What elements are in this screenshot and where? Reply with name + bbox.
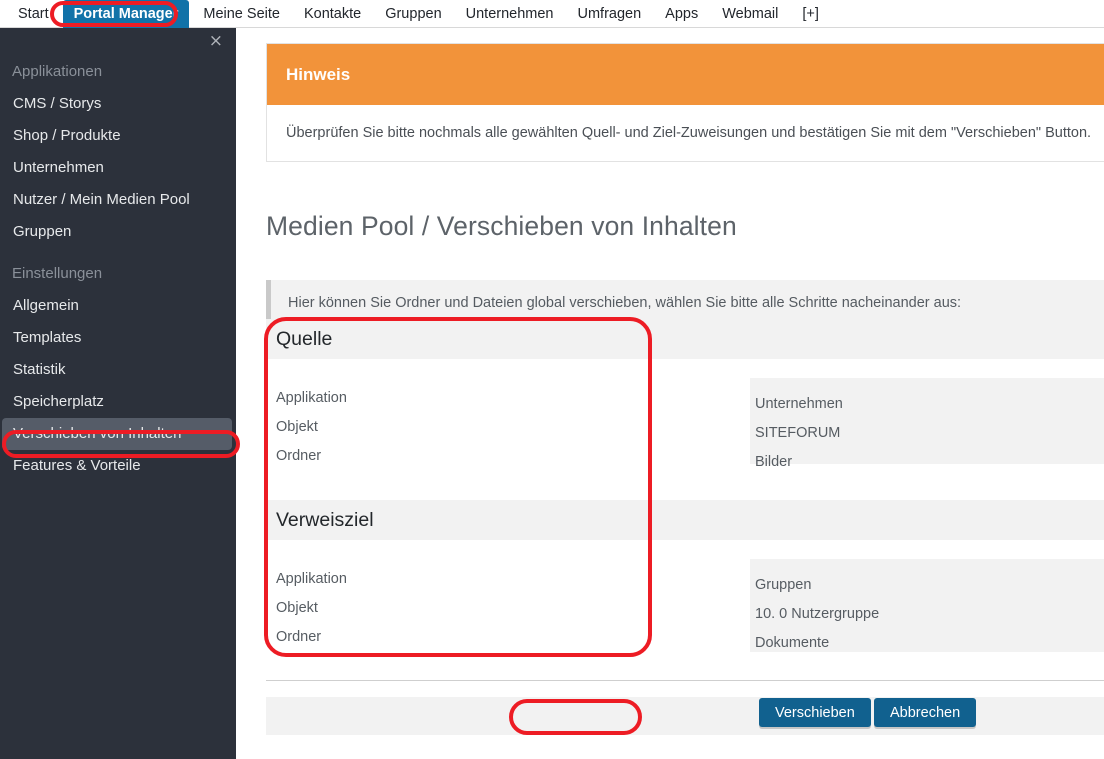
notice-header: Hinweis [267,44,1104,105]
nav-item-start[interactable]: Start [8,1,59,27]
section-heading: Verweisziel [276,508,374,531]
nav-item-meine-seite[interactable]: Meine Seite [193,1,290,27]
sidebar-item-features-vorteile[interactable]: Features & Vorteile [0,450,236,482]
sidebar-group-title: Einstellungen [12,265,103,282]
field-value: Gruppen [755,577,812,593]
field-value: Unternehmen [755,396,843,412]
field-label: Applikation [276,571,347,587]
section-value-band: Unternehmen SITEFORUM Bilder [750,378,1104,470]
sidebar-item-gruppen[interactable]: Gruppen [0,216,236,248]
sidebar-item-verschieben-von-inhalten[interactable]: Verschieben von Inhalten [2,418,232,450]
nav-item-unternehmen[interactable]: Unternehmen [456,1,564,27]
sidebar-item-speicherplatz[interactable]: Speicherplatz [0,386,236,418]
nav-item-portal-manager[interactable]: Portal Manager [62,0,190,28]
section-heading: Quelle [276,327,333,350]
section-label-column: Applikation Objekt Ordner [236,384,496,471]
section-header: Quelle [266,319,1104,359]
field-label: Ordner [276,448,322,464]
sidebar-item-unternehmen[interactable]: Unternehmen [0,152,236,184]
sidebar-item-statistik[interactable]: Statistik [0,354,236,386]
sidebar-item-cms-storys[interactable]: CMS / Storys [0,88,236,120]
notice-title: Hinweis [286,64,351,84]
field-value: Bilder [755,454,793,470]
field-value: 10. 0 Nutzergruppe [755,606,880,622]
main-content: Hinweis Überprüfen Sie bitte nochmals al… [236,28,1104,759]
section-header: Verweisziel [266,500,1104,540]
field-label: Applikation [276,390,347,406]
field-value: SITEFORUM [755,425,841,441]
sidebar-item-shop-produkte[interactable]: Shop / Produkte [0,120,236,152]
nav-item-webmail[interactable]: Webmail [712,1,788,27]
left-sidebar: × Applikationen CMS / Storys Shop / Produk… [0,28,236,759]
nav-item-[interactable]: [+] [792,1,829,27]
sidebar-item-nutzer-mein-medien-pool[interactable]: Nutzer / Mein Medien Pool [0,184,236,216]
close-icon[interactable]: × [209,33,223,50]
nav-item-gruppen[interactable]: Gruppen [375,1,451,27]
verschieben-button[interactable]: Verschieben [759,698,871,727]
notice-body-text: Überprüfen Sie bitte nochmals alle gewäh… [267,105,1104,161]
top-navigation-bar: Start Portal Manager Meine Seite Kontakte Gr… [0,0,1104,28]
sidebar-group-title: Applikationen [12,63,103,80]
divider [266,680,1104,681]
field-label: Objekt [276,600,318,616]
info-box-text: Hier können Sie Ordner und Dateien globa… [288,294,962,311]
nav-item-apps[interactable]: Apps [655,1,708,27]
field-value: Dokumente [755,635,830,651]
sidebar-item-templates[interactable]: Templates [0,322,236,354]
section-value-band: Gruppen 10. 0 Nutzergruppe Dokumente [750,559,1104,652]
sidebar-menu: Applikationen CMS / Storys Shop / Produkte… [0,28,236,482]
sidebar-item-allgemein[interactable]: Allgemein [0,290,236,322]
nav-item-umfragen[interactable]: Umfragen [568,1,652,27]
abbrechen-button[interactable]: Abbrechen [874,698,977,727]
field-label: Objekt [276,419,318,435]
section-label-column: Applikation Objekt Ordner [236,565,496,652]
button-bar: Verschieben Abbrechen [266,697,1104,735]
nav-item-kontakte[interactable]: Kontakte [294,1,371,27]
field-label: Ordner [276,629,322,645]
notice-banner: Hinweis Überprüfen Sie bitte nochmals al… [266,43,1104,162]
page-title: Medien Pool / Verschieben von Inhalten [266,211,737,241]
